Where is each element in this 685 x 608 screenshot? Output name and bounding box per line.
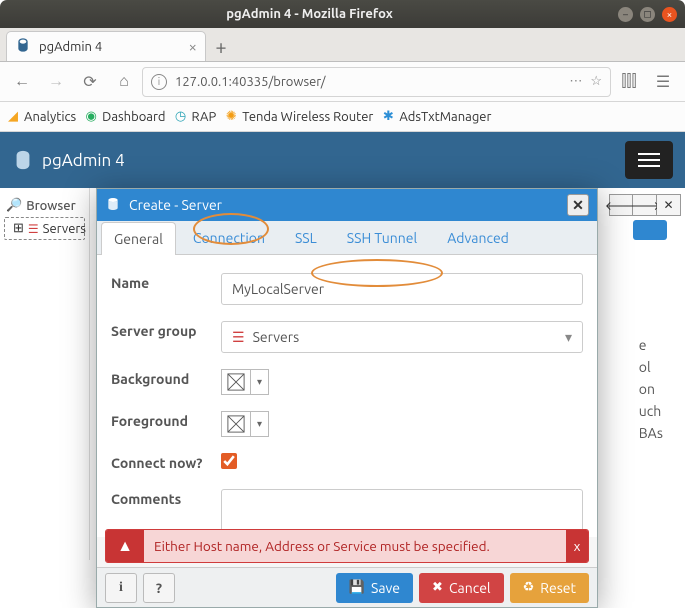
pgadmin-sidebar: 🔎 Browser ⊞ ☰ Servers: [0, 188, 90, 560]
dialog-tabs: General Connection SSL SSH Tunnel Advanc…: [97, 221, 597, 255]
nav-reload-button[interactable]: ⟳: [74, 67, 106, 97]
foreground-color-picker[interactable]: [221, 411, 251, 437]
bookmarks-bar: ◢Analytics ◉Dashboard ◷RAP ✺Tenda Wirele…: [0, 102, 685, 132]
dialog-title: Create - Server: [129, 197, 222, 213]
tree-expand-icon[interactable]: ⊞: [13, 221, 24, 236]
window-minimize-button[interactable]: –: [618, 7, 633, 22]
label-name: Name: [111, 273, 221, 293]
tab-ssh-tunnel[interactable]: SSH Tunnel: [334, 221, 430, 254]
bookmark-dashboard[interactable]: ◉Dashboard: [84, 110, 165, 124]
browser-menu-button[interactable]: ☰: [647, 67, 679, 97]
bookmark-analytics[interactable]: ◢Analytics: [6, 110, 76, 124]
bookmark-tenda[interactable]: ✺Tenda Wireless Router: [224, 110, 373, 124]
background-text-fragment: e ol on uch BAs: [639, 334, 663, 444]
connect-now-checkbox[interactable]: [221, 453, 237, 469]
star-icon[interactable]: ☆: [590, 74, 602, 89]
label-comments: Comments: [111, 489, 221, 509]
validation-alert: ▲ Either Host name, Address or Service m…: [105, 529, 589, 563]
panel-next-button[interactable]: 🡒: [633, 194, 657, 216]
tab-general[interactable]: General: [101, 222, 176, 255]
save-button[interactable]: 💾Save: [336, 573, 413, 603]
save-icon: 💾: [349, 580, 365, 595]
server-group-select[interactable]: ☰ Servers: [221, 321, 583, 353]
browser-panel-header: 🔎 Browser: [4, 194, 85, 217]
panel-close-button[interactable]: ✕: [657, 194, 681, 216]
cancel-icon: ✖: [432, 580, 443, 595]
tab-close-icon[interactable]: ×: [189, 38, 197, 55]
tree-servers-node[interactable]: ⊞ ☰ Servers: [4, 217, 85, 240]
window-titlebar: pgAdmin 4 - Mozilla Firefox – ◻ ×: [0, 0, 685, 28]
dialog-body: Name Server group ☰ Servers Background: [97, 255, 597, 537]
no-color-icon: [227, 373, 245, 391]
rap-icon: ◷: [174, 110, 188, 124]
label-background: Background: [111, 369, 221, 389]
library-button[interactable]: ⫿⫿⫿: [613, 67, 645, 97]
pgadmin-header: pgAdmin 4: [0, 132, 685, 188]
dashboard-icon: ◉: [84, 110, 98, 124]
new-tab-button[interactable]: +: [206, 31, 236, 61]
servers-icon: ☰: [28, 222, 39, 236]
pgadmin-menu-button[interactable]: [625, 141, 673, 179]
address-bar[interactable]: i 127.0.0.1:40335/browser/ ⋯ ☆: [142, 67, 611, 97]
alert-message: Either Host name, Address or Service mus…: [154, 538, 490, 554]
analytics-icon: ◢: [6, 110, 20, 124]
servers-icon: ☰: [232, 329, 245, 346]
help-button[interactable]: ?: [143, 573, 175, 603]
pgadmin-body: 🔎 Browser ⊞ ☰ Servers 🡐 🡒 ✕ e ol on uch …: [0, 188, 685, 560]
tenda-icon: ✺: [224, 110, 238, 124]
site-info-icon[interactable]: i: [151, 74, 167, 90]
browser-toolbar: ← → ⟳ ⌂ i 127.0.0.1:40335/browser/ ⋯ ☆ ⫿…: [0, 62, 685, 102]
reset-icon: ♻: [523, 580, 535, 595]
browser-tab-strip: pgAdmin 4 × +: [0, 28, 685, 62]
browser-tab-title: pgAdmin 4: [39, 40, 102, 54]
cancel-button[interactable]: ✖Cancel: [419, 573, 504, 603]
tab-connection[interactable]: Connection: [180, 221, 278, 254]
pgadmin-favicon-icon: [15, 37, 31, 56]
dialog-footer: i ? 💾Save ✖Cancel ♻Reset: [97, 567, 597, 607]
window-close-button[interactable]: ×: [662, 7, 677, 22]
info-button[interactable]: i: [105, 573, 137, 603]
background-color-picker[interactable]: [221, 369, 251, 395]
warning-icon: ▲: [106, 530, 144, 562]
binoculars-icon: 🔎: [6, 198, 22, 213]
panel-tab-stub[interactable]: [633, 220, 667, 240]
pgadmin-logo[interactable]: pgAdmin 4: [12, 149, 125, 171]
no-color-icon: [227, 415, 245, 433]
alert-close-button[interactable]: x: [566, 530, 588, 562]
database-icon: [105, 196, 121, 215]
dialog-header[interactable]: Create - Server ✕: [97, 189, 597, 221]
background-color-caret[interactable]: ▾: [251, 369, 269, 395]
elephant-icon: [12, 149, 34, 171]
label-foreground: Foreground: [111, 411, 221, 431]
bookmark-rap[interactable]: ◷RAP: [174, 110, 217, 124]
nav-forward-button[interactable]: →: [40, 67, 72, 97]
address-url: 127.0.0.1:40335/browser/: [175, 75, 326, 89]
foreground-color-caret[interactable]: ▾: [251, 411, 269, 437]
bookmark-adstxt[interactable]: ✱AdsTxtManager: [381, 110, 491, 124]
window-maximize-button[interactable]: ◻: [640, 7, 655, 22]
nav-home-button[interactable]: ⌂: [108, 67, 140, 97]
label-connect-now: Connect now?: [111, 453, 221, 473]
tab-ssl[interactable]: SSL: [282, 221, 330, 254]
panel-tab-controls: 🡐 🡒 ✕: [609, 194, 681, 216]
reset-button[interactable]: ♻Reset: [510, 573, 589, 603]
label-server-group: Server group: [111, 321, 221, 341]
create-server-dialog: Create - Server ✕ General Connection SSL…: [96, 188, 598, 608]
browser-tab[interactable]: pgAdmin 4 ×: [6, 31, 206, 61]
adstxt-icon: ✱: [381, 110, 395, 124]
pgadmin-app-name: pgAdmin 4: [42, 151, 125, 170]
name-input[interactable]: [221, 273, 583, 305]
window-title: pgAdmin 4 - Mozilla Firefox: [226, 7, 393, 21]
dialog-close-button[interactable]: ✕: [567, 194, 589, 216]
nav-back-button[interactable]: ←: [6, 67, 38, 97]
tab-advanced[interactable]: Advanced: [434, 221, 522, 254]
